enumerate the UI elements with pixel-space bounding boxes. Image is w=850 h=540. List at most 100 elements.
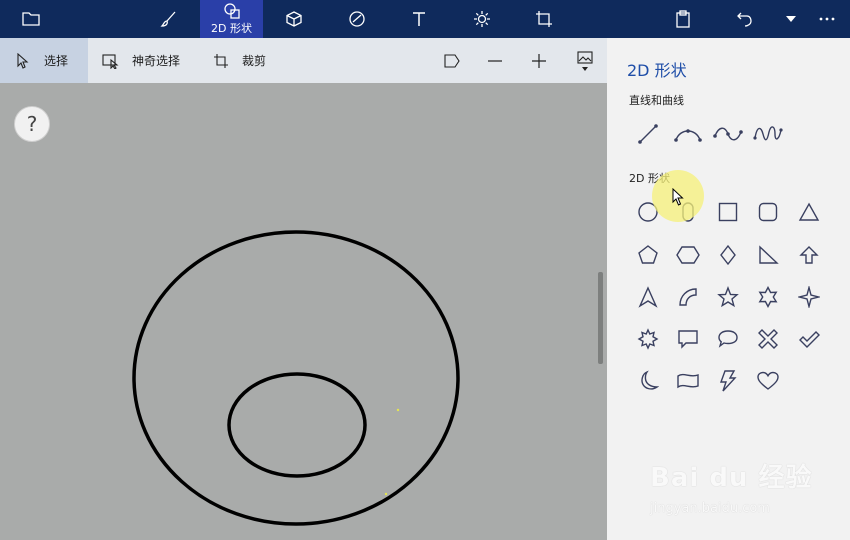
four-point-star-icon (798, 286, 820, 308)
wave-curve-icon (753, 126, 783, 141)
crescent-moon-icon (641, 370, 659, 390)
star6-shape-button[interactable] (751, 280, 785, 314)
2d-shapes-tab-label: 2D 形状 (211, 21, 252, 35)
star4-shape-button[interactable] (792, 280, 826, 314)
s-curve-tool[interactable] (711, 117, 745, 151)
outer-ellipse-shape (132, 230, 460, 526)
lightning-shape-button[interactable] (711, 364, 745, 398)
curve-icon (674, 129, 702, 142)
right-triangle-shape-button[interactable] (751, 238, 785, 272)
pentagon-icon (638, 245, 658, 264)
minus-icon (488, 59, 502, 62)
drawing-canvas[interactable] (0, 83, 607, 540)
3d-view-button[interactable] (444, 38, 462, 83)
chevron-down-icon (582, 66, 588, 71)
brush-icon (160, 11, 176, 27)
menu-button[interactable] (14, 0, 48, 38)
triangle-shape-button[interactable] (792, 195, 826, 229)
pentagon-shape-button[interactable] (631, 238, 665, 272)
square-shape-button[interactable] (711, 195, 745, 229)
speech-bubble-shape-button[interactable] (671, 322, 705, 356)
2d-shapes-tab[interactable]: 2D 形状 (200, 0, 263, 38)
burst-shape-button[interactable] (631, 322, 665, 356)
3d-shapes-icon (286, 11, 302, 27)
baidu-watermark: Bai du 经验 jingyan.baidu.com (650, 455, 840, 535)
2d-shapes-icon (223, 2, 240, 19)
arrowhead-icon (638, 286, 658, 308)
folder-icon (22, 12, 40, 26)
undo-icon (737, 12, 752, 27)
select-tool[interactable]: 选择 (0, 38, 88, 83)
effects-icon (474, 11, 490, 27)
diamond-shape-button[interactable] (711, 238, 745, 272)
star5-shape-button[interactable] (711, 280, 745, 314)
right-triangle-icon (759, 245, 779, 264)
canvas-tab[interactable] (527, 0, 561, 38)
check-mark-icon (799, 331, 820, 348)
zoom-in-button[interactable] (532, 38, 550, 83)
top-menu-bar: 2D 形状 (0, 0, 850, 38)
canvas-drawing (132, 230, 460, 526)
image-view-button[interactable] (576, 38, 594, 83)
undo-button[interactable] (728, 0, 762, 38)
s-curve-icon (713, 127, 743, 141)
magic-select-icon (102, 52, 120, 70)
effects-tab[interactable] (465, 0, 499, 38)
inner-ellipse-shape (227, 372, 367, 478)
heart-icon (757, 371, 779, 390)
square-icon (718, 202, 738, 222)
hexagon-shape-button[interactable] (671, 238, 705, 272)
dropdown-icon (786, 16, 796, 22)
arrowhead-shape-button[interactable] (631, 280, 665, 314)
lines-curves-heading: 直线和曲线 (629, 94, 684, 107)
speech-bubble-icon (678, 330, 698, 349)
canvas-icon (536, 11, 552, 27)
magic-select-tool[interactable]: 神奇选择 (102, 38, 180, 83)
x-shape-button[interactable] (751, 322, 785, 356)
crop-tool-label: 裁剪 (242, 54, 267, 68)
select-tool-label: 选择 (44, 54, 69, 68)
arrow-up-shape-button[interactable] (792, 238, 826, 272)
five-point-star-icon (717, 286, 739, 308)
straight-line-icon (638, 124, 658, 144)
rounded-square-shape-button[interactable] (751, 195, 785, 229)
3d-shapes-tab[interactable] (277, 0, 311, 38)
watermark-url: jingyan.baidu.com (650, 501, 770, 516)
check-shape-button[interactable] (792, 322, 826, 356)
history-dropdown-button[interactable] (777, 0, 805, 38)
thought-bubble-shape-button[interactable] (711, 322, 745, 356)
zoom-out-button[interactable] (488, 38, 506, 83)
text-tab[interactable] (402, 0, 436, 38)
brushes-tab[interactable] (152, 0, 186, 38)
lightning-bolt-icon (720, 370, 737, 392)
stickers-icon (349, 11, 365, 27)
paste-icon (676, 10, 690, 28)
quarter-arc-shape-button[interactable] (671, 280, 705, 314)
wave-curve-tool[interactable] (751, 117, 785, 151)
help-button[interactable]: ? (14, 106, 50, 142)
banner-shape-button[interactable] (671, 364, 705, 398)
canvas-toolbar: 选择 神奇选择 裁剪 (0, 38, 607, 83)
burst-icon (637, 328, 659, 350)
moon-shape-button[interactable] (631, 364, 665, 398)
quarter-arc-icon (679, 288, 697, 306)
select-cursor-icon (14, 52, 32, 70)
3d-view-icon (444, 53, 460, 68)
crop-tool[interactable]: 裁剪 (212, 38, 266, 83)
more-icon (819, 17, 835, 21)
paste-button[interactable] (666, 0, 700, 38)
magic-select-tool-label: 神奇选择 (132, 54, 181, 68)
curve-tool[interactable] (671, 117, 705, 151)
more-button[interactable] (812, 0, 842, 38)
x-mark-icon (758, 329, 778, 349)
hexagon-icon (676, 246, 700, 264)
canvas-scrollbar-thumb[interactable] (598, 272, 603, 364)
arrow-up-icon (799, 246, 819, 264)
crop-icon (212, 52, 230, 70)
heart-shape-button[interactable] (751, 364, 785, 398)
watermark-logo-text: Bai du 经验 (650, 463, 813, 493)
rounded-square-icon (758, 202, 778, 222)
image-icon (577, 50, 593, 64)
stickers-tab[interactable] (340, 0, 374, 38)
line-tool[interactable] (631, 117, 665, 151)
